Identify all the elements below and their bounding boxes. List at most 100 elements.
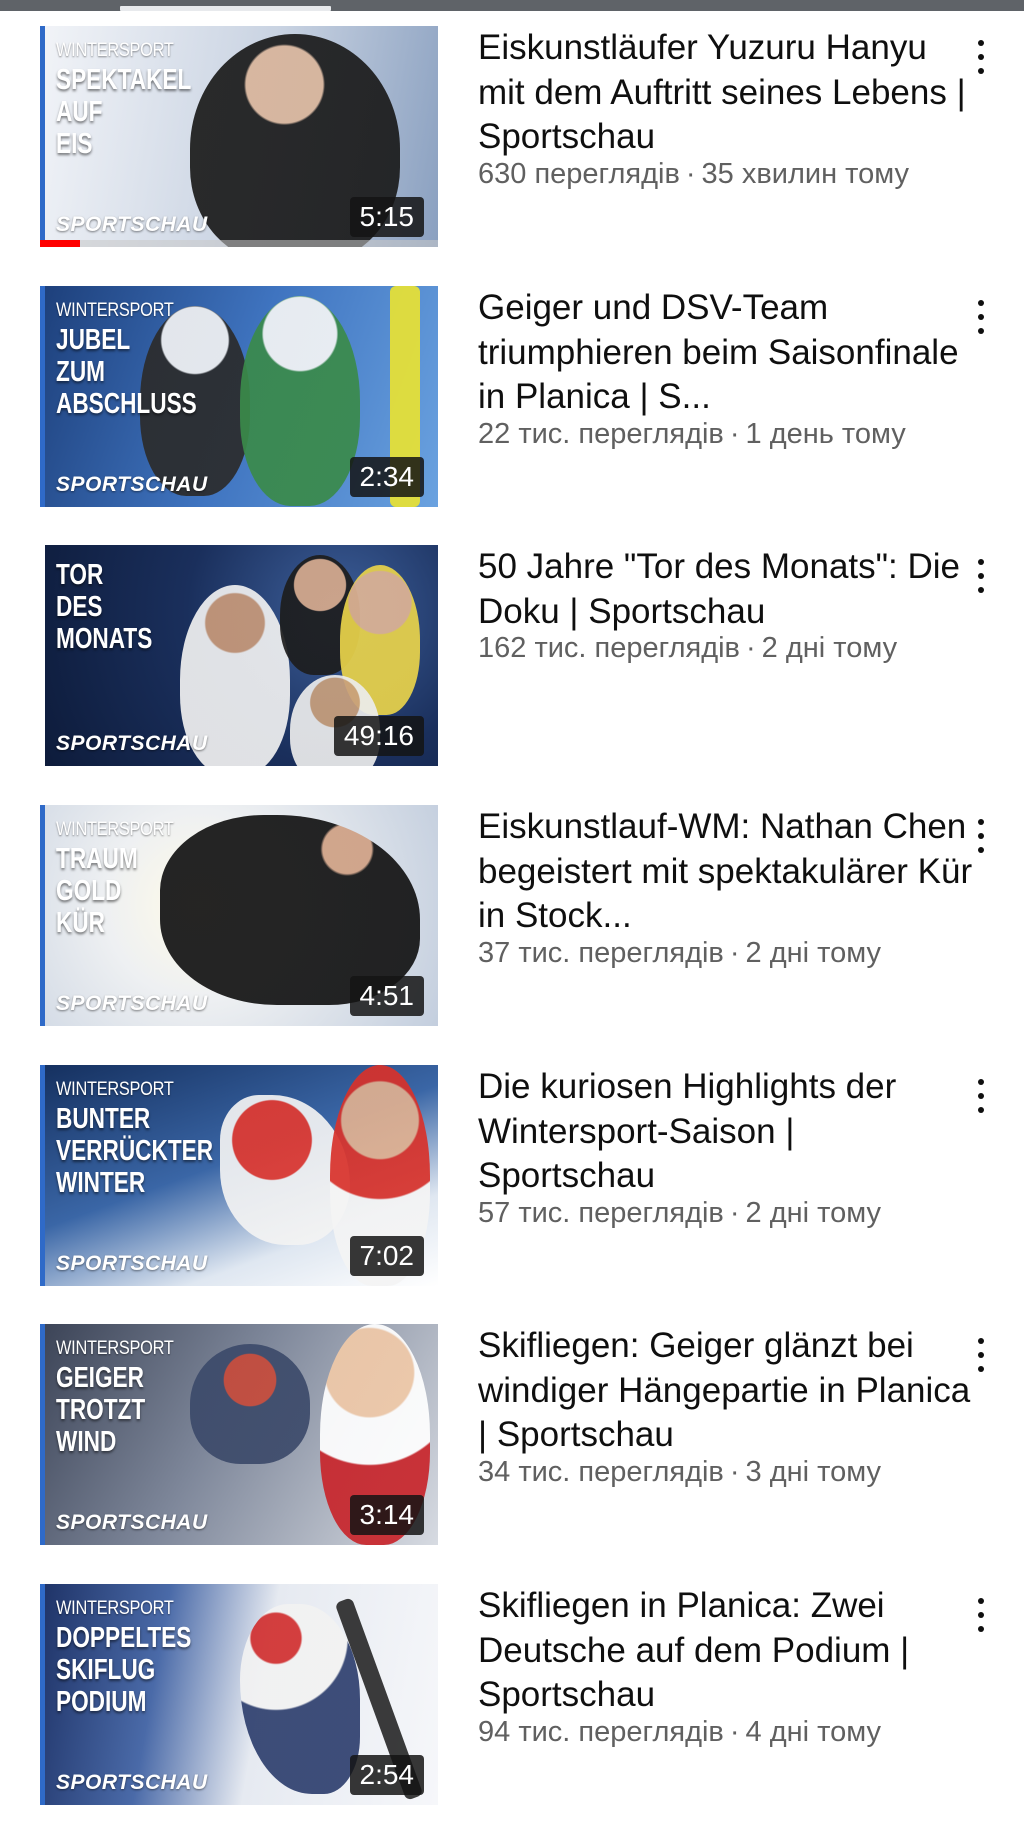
video-thumbnail[interactable]: WINTERSPORT GEIGER TROTZT WIND SPORTSCHA… [40, 1324, 438, 1545]
thumbnail-accent-bar [40, 545, 45, 766]
video-title[interactable]: Geiger und DSV-Team triumphieren beim Sa… [478, 286, 978, 420]
meta-separator: · [685, 157, 696, 190]
thumbnail-headline: JUBEL ZUM ABSCHLUSS [56, 324, 197, 420]
channel-logo-text: SPORTSCHAU [56, 213, 208, 236]
duration-badge: 49:16 [333, 716, 424, 756]
dot [978, 833, 984, 839]
video-title[interactable]: Eiskunstläufer Yuzuru Hanyu mit dem Auft… [478, 26, 978, 160]
more-options-icon[interactable] [966, 1075, 996, 1119]
video-info[interactable]: Eiskunstläufer Yuzuru Hanyu mit dem Auft… [478, 26, 978, 191]
dot [978, 1338, 984, 1344]
dot [978, 559, 984, 565]
more-options-icon[interactable] [966, 296, 996, 340]
dot [978, 54, 984, 60]
upload-age: 2 дні тому [745, 936, 881, 969]
meta-separator: · [729, 936, 740, 969]
watch-progress-bar [40, 240, 80, 247]
duration-badge: 5:15 [349, 197, 424, 237]
dot [978, 328, 984, 334]
thumbnail-kicker: WINTERSPORT [56, 1338, 174, 1359]
thumbnail-accent-bar [40, 1065, 45, 1286]
thumbnail-accent-bar [40, 26, 45, 247]
upload-age: 35 хвилин тому [701, 157, 910, 190]
watch-progress-track [40, 240, 438, 247]
dot [978, 819, 984, 825]
video-item[interactable]: WINTERSPORT GEIGER TROTZT WIND SPORTSCHA… [0, 1324, 1024, 1584]
video-meta: 34 тис. переглядів · 3 дні тому [478, 1456, 978, 1489]
dot [978, 1093, 984, 1099]
view-count: 162 тис. переглядів [478, 632, 740, 664]
dot [978, 1366, 984, 1372]
video-info[interactable]: Skifliegen: Geiger glänzt bei windiger H… [478, 1324, 978, 1489]
thumbnail-accent-bar [40, 1324, 45, 1545]
video-meta: 22 тис. переглядів · 1 день тому [478, 418, 978, 451]
duration-badge: 7:02 [349, 1236, 424, 1276]
video-thumbnail[interactable]: WINTERSPORT SPEKTAKEL AUF EIS SPORTSCHAU… [40, 26, 438, 247]
thumbnail-accent-bar [40, 805, 45, 1026]
view-count: 22 тис. переглядів [478, 417, 724, 450]
video-thumbnail[interactable]: WINTERSPORT BUNTER VERRÜCKTER WINTER SPO… [40, 1065, 438, 1286]
video-title[interactable]: Skifliegen in Planica: Zwei Deutsche auf… [478, 1584, 978, 1718]
view-count: 37 тис. переглядів [478, 936, 724, 969]
video-title[interactable]: 50 Jahre "Tor des Monats": Die Doku | Sp… [478, 545, 978, 634]
thumbnail-kicker: WINTERSPORT [56, 819, 174, 840]
more-options-icon[interactable] [966, 1594, 996, 1638]
dot [978, 1598, 984, 1604]
channel-logo-text: SPORTSCHAU [56, 473, 208, 496]
video-info[interactable]: Die kuriosen Highlights der Wintersport-… [478, 1065, 978, 1230]
thumbnail-headline: GEIGER TROTZT WIND [56, 1362, 146, 1458]
dot [978, 314, 984, 320]
video-title[interactable]: Die kuriosen Highlights der Wintersport-… [478, 1065, 978, 1199]
dot [978, 573, 984, 579]
duration-badge: 2:34 [349, 457, 424, 497]
thumbnail-headline: SPEKTAKEL AUF EIS [56, 64, 192, 160]
video-info[interactable]: Eiskunstlauf-WM: Nathan Chen begeistert … [478, 805, 978, 970]
video-thumbnail[interactable]: WINTERSPORT DOPPELTES SKIFLUG PODIUM SPO… [40, 1584, 438, 1805]
video-item[interactable]: WINTERSPORT DOPPELTES SKIFLUG PODIUM SPO… [0, 1584, 1024, 1844]
view-count: 57 тис. переглядів [478, 1196, 724, 1229]
dot [978, 1626, 984, 1632]
video-meta: 37 тис. переглядів · 2 дні тому [478, 937, 978, 970]
more-options-icon[interactable] [966, 555, 996, 599]
duration-badge: 3:14 [349, 1495, 424, 1535]
video-info[interactable]: 50 Jahre "Tor des Monats": Die Doku | Sp… [478, 545, 978, 665]
video-thumbnail[interactable]: TOR DES MONATS SPORTSCHAU 49:16 [40, 545, 438, 766]
thumbnail-kicker: WINTERSPORT [56, 1079, 174, 1100]
thumbnail-accent-bar [40, 286, 45, 507]
view-count: 630 переглядів [478, 157, 680, 190]
video-item[interactable]: TOR DES MONATS SPORTSCHAU 49:16 50 Jahre… [0, 545, 1024, 805]
video-info[interactable]: Geiger und DSV-Team triumphieren beim Sa… [478, 286, 978, 451]
upload-age: 4 дні тому [745, 1715, 881, 1748]
video-title[interactable]: Skifliegen: Geiger glänzt bei windiger H… [478, 1324, 978, 1458]
thumbnail-headline: TRAUM GOLD KÜR [56, 843, 138, 939]
dot [978, 68, 984, 74]
duration-badge: 4:51 [349, 976, 424, 1016]
video-thumbnail[interactable]: WINTERSPORT JUBEL ZUM ABSCHLUSS SPORTSCH… [40, 286, 438, 507]
duration-badge: 2:54 [349, 1755, 424, 1795]
channel-logo-text: SPORTSCHAU [56, 1252, 208, 1275]
thumbnail-kicker: WINTERSPORT [56, 1598, 174, 1619]
dot [978, 40, 984, 46]
video-item[interactable]: WINTERSPORT JUBEL ZUM ABSCHLUSS SPORTSCH… [0, 286, 1024, 546]
view-count: 34 тис. переглядів [478, 1455, 724, 1488]
meta-separator: · [729, 417, 740, 450]
video-thumbnail[interactable]: WINTERSPORT TRAUM GOLD KÜR SPORTSCHAU 4:… [40, 805, 438, 1026]
dot [978, 1352, 984, 1358]
meta-separator: · [745, 632, 756, 664]
video-info[interactable]: Skifliegen in Planica: Zwei Deutsche auf… [478, 1584, 978, 1749]
video-item[interactable]: WINTERSPORT TRAUM GOLD KÜR SPORTSCHAU 4:… [0, 805, 1024, 1065]
more-options-icon[interactable] [966, 36, 996, 80]
video-item[interactable]: WINTERSPORT BUNTER VERRÜCKTER WINTER SPO… [0, 1065, 1024, 1325]
more-options-icon[interactable] [966, 815, 996, 859]
more-options-icon[interactable] [966, 1334, 996, 1378]
video-item[interactable]: WINTERSPORT SPEKTAKEL AUF EIS SPORTSCHAU… [0, 26, 1024, 286]
video-title[interactable]: Eiskunstlauf-WM: Nathan Chen begeistert … [478, 805, 978, 939]
dot [978, 847, 984, 853]
dot [978, 1612, 984, 1618]
channel-logo-text: SPORTSCHAU [56, 732, 208, 755]
thumbnail-headline: BUNTER VERRÜCKTER WINTER [56, 1103, 214, 1199]
channel-logo-text: SPORTSCHAU [56, 992, 208, 1015]
video-meta: 57 тис. переглядів · 2 дні тому [478, 1197, 978, 1230]
thumbnail-kicker: WINTERSPORT [56, 40, 174, 61]
video-feed: WINTERSPORT SPEKTAKEL AUF EIS SPORTSCHAU… [0, 0, 1024, 1805]
